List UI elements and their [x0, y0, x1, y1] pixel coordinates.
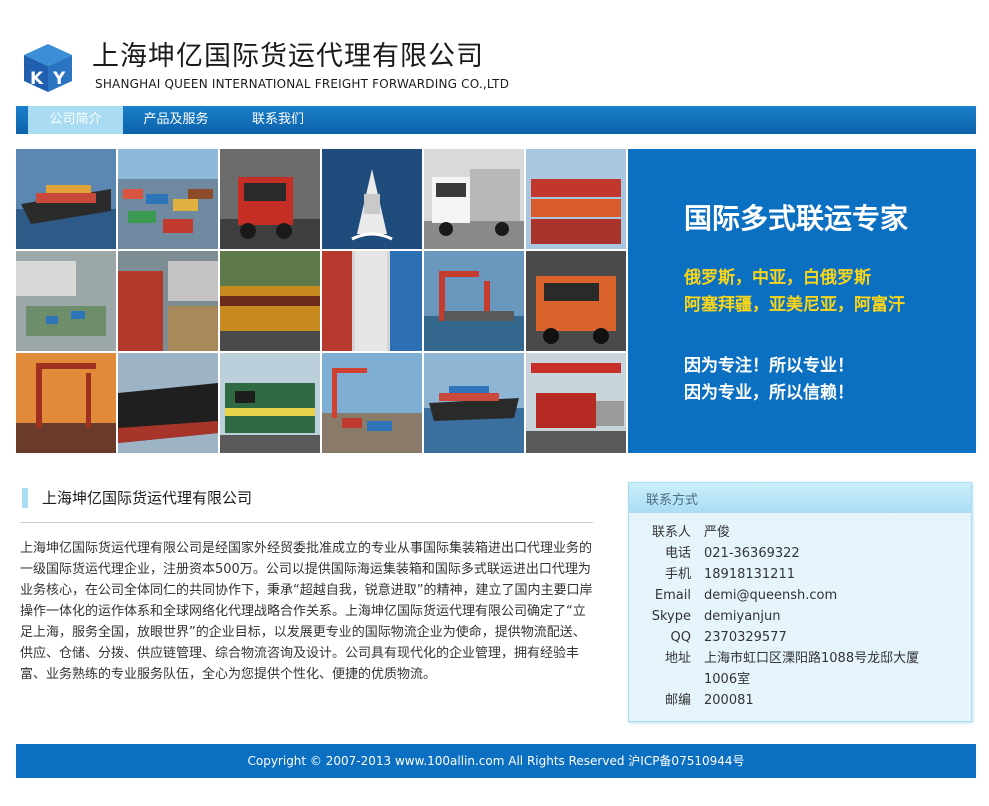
- promo-slogan-line-2: 因为专业，所以信赖！: [684, 383, 854, 403]
- photo-red-truck: [220, 149, 320, 249]
- contact-label: 地址: [664, 651, 691, 666]
- site-footer: Copyright © 2007-2013 www.100allin.com A…: [16, 744, 976, 778]
- contact-value: 严俊: [704, 525, 731, 540]
- contact-row-skype: Skype demiyanjun: [629, 606, 971, 627]
- contact-value[interactable]: 021-36369322: [704, 543, 954, 564]
- contact-value[interactable]: demi@queensh.com: [704, 585, 954, 606]
- contact-value: 200081: [704, 693, 754, 708]
- nav-item-products-services[interactable]: 产品及服务: [131, 106, 221, 134]
- copyright-text: Copyright © 2007-2013 www.100allin.com A…: [247, 754, 745, 768]
- photo-cargo-ship: [424, 353, 524, 453]
- photo-yellow-locomotive: [220, 251, 320, 351]
- contact-row-address: 地址 上海市虹口区溧阳路1088号龙邸大厦1006室: [629, 648, 971, 690]
- photo-ship-hull: [118, 353, 218, 453]
- contact-label: 电话: [664, 546, 691, 561]
- contact-value[interactable]: 18918131211: [704, 564, 954, 585]
- photo-red-locomotive: [526, 353, 626, 453]
- photo-green-locomotive: [220, 353, 320, 453]
- logo-letter-k: K: [30, 69, 44, 89]
- photo-orange-truck: [526, 251, 626, 351]
- contact-box: 联系方式 联系人 严俊 电话 021-36369322 手机 189181312…: [628, 482, 972, 722]
- contact-row-email: Email demi@queensh.com: [629, 585, 971, 606]
- contact-label: QQ: [670, 630, 691, 645]
- company-logo[interactable]: K Y: [22, 42, 74, 94]
- promo-slogan-line-1: 因为专注！所以专业！: [684, 356, 854, 376]
- contact-header-label: 联系方式: [646, 493, 699, 508]
- photo-crane-sunset: [16, 353, 116, 453]
- photo-container-ship: [16, 149, 116, 249]
- contact-label: 手机: [664, 567, 691, 582]
- photo-ship-at-sea: [322, 149, 422, 249]
- contact-row-mobile: 手机 18918131211: [629, 564, 971, 585]
- photo-stacked-containers: [322, 251, 422, 351]
- divider: [20, 522, 593, 523]
- contact-row-person: 联系人 严俊: [629, 522, 971, 543]
- contact-value[interactable]: demiyanjun: [704, 606, 954, 627]
- promo-title: 国际多式联运专家: [684, 202, 909, 235]
- banner-photo-grid: [16, 149, 626, 453]
- logo-letter-y: Y: [52, 69, 66, 89]
- photo-containers-closeup: [118, 251, 218, 351]
- contact-value[interactable]: 2370329577: [704, 627, 954, 648]
- nav-item-contact-us[interactable]: 联系我们: [238, 106, 318, 134]
- promo-regions-line-1: 俄罗斯，中亚，白俄罗斯: [684, 268, 871, 288]
- contact-value: 上海市虹口区溧阳路1088号龙邸大厦1006室: [704, 651, 920, 687]
- contact-label: Skype: [651, 609, 691, 624]
- section-marker: [22, 488, 28, 508]
- contact-row-postcode: 邮编 200081: [629, 690, 971, 711]
- company-name-cn: 上海坤亿国际货运代理有限公司: [92, 41, 484, 72]
- photo-port-cranes: [424, 251, 524, 351]
- photo-container-yard: [118, 149, 218, 249]
- contact-label: 邮编: [664, 693, 691, 708]
- about-body-text: 上海坤亿国际货运代理有限公司是经国家外经贸委批准成立的专业从事国际集装箱进出口代…: [20, 541, 593, 682]
- contact-label: Email: [654, 588, 691, 603]
- photo-warehouse-aerial: [16, 251, 116, 351]
- main-nav: 公司简介 产品及服务 联系我们: [16, 106, 976, 134]
- promo-panel: 国际多式联运专家 俄罗斯，中亚，白俄罗斯 阿塞拜疆，亚美尼亚，阿富汗 因为专注！…: [628, 149, 976, 453]
- contact-row-phone: 电话 021-36369322: [629, 543, 971, 564]
- promo-regions-line-2: 阿塞拜疆，亚美尼亚，阿富汗: [684, 295, 905, 315]
- about-title: 上海坤亿国际货运代理有限公司: [42, 489, 253, 507]
- company-name-en: SHANGHAI QUEEN INTERNATIONAL FREIGHT FOR…: [95, 77, 510, 91]
- photo-container-stack: [526, 149, 626, 249]
- photo-port-terminal: [322, 353, 422, 453]
- contact-header: 联系方式: [629, 483, 971, 513]
- photo-white-truck: [424, 149, 524, 249]
- nav-item-company-intro[interactable]: 公司简介: [28, 106, 123, 134]
- contact-label: 联系人: [651, 525, 691, 540]
- contact-row-qq: QQ 2370329577: [629, 627, 971, 648]
